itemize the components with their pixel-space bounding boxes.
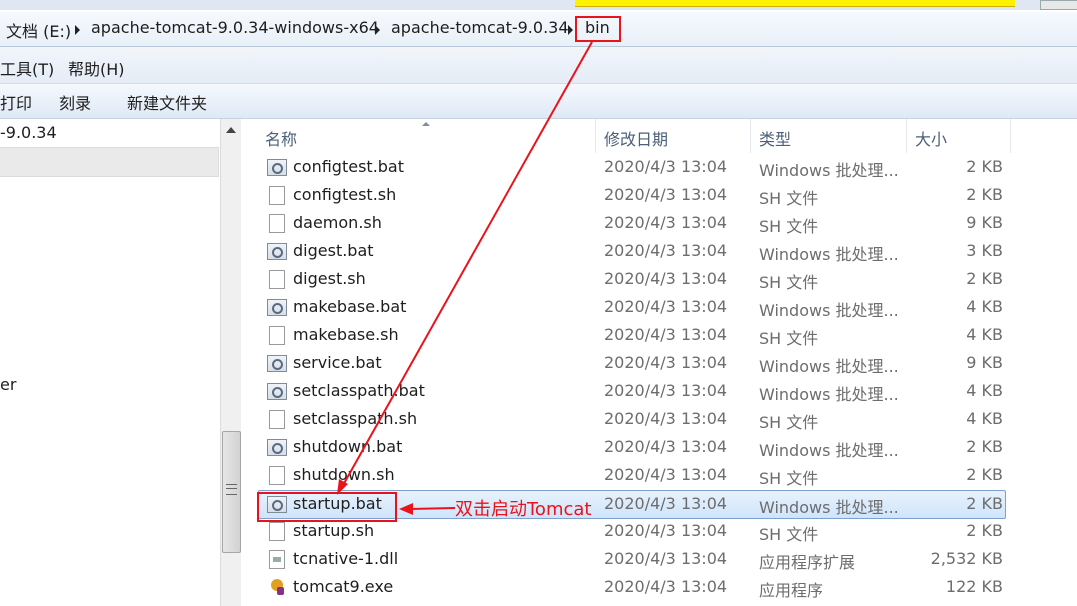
arrow-line-from-label [409, 507, 456, 510]
annotation-label: 双击启动Tomcat [455, 499, 592, 520]
arrow-head-icon [399, 503, 413, 515]
startup-highlight-box [257, 492, 397, 522]
arrow-line-to-startup [341, 41, 593, 488]
bin-highlight-box [575, 16, 621, 42]
